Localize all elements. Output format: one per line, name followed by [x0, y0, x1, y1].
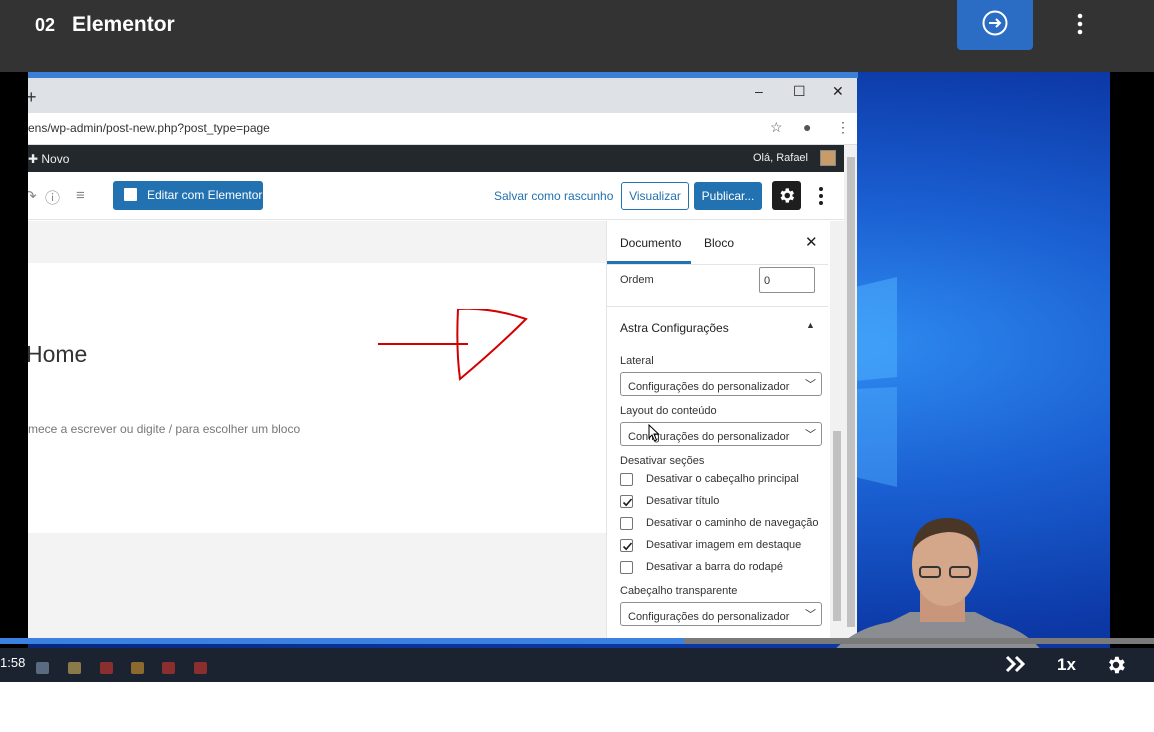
- vertical-dots-icon: [819, 187, 823, 205]
- transparent-header-select[interactable]: Configurações do personalizador ﹀: [620, 602, 822, 626]
- skip-forward-icon[interactable]: [1004, 654, 1028, 674]
- lateral-select[interactable]: Configurações do personalizador ﹀: [620, 372, 822, 396]
- windows-logo-icon: [855, 277, 897, 487]
- close-icon[interactable]: ✕: [805, 233, 818, 251]
- info-icon[interactable]: ⓘ: [45, 187, 60, 208]
- edit-with-elementor-button[interactable]: Editar com Elementor: [113, 181, 263, 210]
- checkbox[interactable]: [620, 495, 633, 508]
- windows-start-icon: [36, 662, 49, 674]
- tab-bloco[interactable]: Bloco: [704, 236, 734, 250]
- elementor-icon: [124, 188, 137, 201]
- gear-icon: [780, 188, 795, 203]
- order-label: Ordem: [620, 274, 654, 286]
- transparent-header-value: Configurações do personalizador: [628, 611, 790, 623]
- red-arrow-annotation: [378, 309, 528, 381]
- tab-documento[interactable]: Documento: [620, 236, 681, 250]
- playback-speed-button[interactable]: 1x: [1057, 655, 1076, 675]
- tab-strip: + – ☐ ✕: [28, 78, 857, 113]
- wp-greeting[interactable]: Olá, Rafael: [753, 152, 808, 164]
- more-options-button[interactable]: [1068, 12, 1092, 38]
- star-icon[interactable]: ☆: [770, 119, 783, 136]
- close-window-button[interactable]: ✕: [832, 83, 844, 100]
- edit-with-elementor-label: Editar com Elementor: [147, 188, 263, 202]
- url-text[interactable]: ens/wp-admin/post-new.php?post_type=page: [28, 121, 270, 135]
- next-lesson-button[interactable]: [957, 0, 1033, 50]
- wp-new-label: Novo: [41, 152, 70, 166]
- chevron-down-icon: ﹀: [805, 426, 816, 442]
- canvas-margin: [28, 221, 606, 263]
- folder-icon: [68, 662, 81, 674]
- divider: [607, 306, 828, 307]
- editor-toolbar: ↷ ⓘ ≡ Editar com Elementor Salvar como r…: [28, 172, 844, 220]
- video-time: 1:58: [0, 655, 26, 670]
- editor-options-button[interactable]: [816, 184, 826, 208]
- redo-icon[interactable]: ↷: [28, 187, 37, 205]
- checkbox[interactable]: [620, 473, 633, 486]
- wp-admin-bar: ✚ Novo Olá, Rafael: [28, 145, 844, 172]
- minimize-button[interactable]: –: [755, 83, 763, 99]
- avatar[interactable]: [820, 150, 836, 166]
- browser-window: + – ☐ ✕ ens/wp-admin/post-new.php?post_t…: [28, 78, 857, 638]
- sidebar-tabs: Documento Bloco ✕: [607, 221, 828, 265]
- check-icon: [622, 542, 633, 551]
- checkbox[interactable]: [620, 517, 633, 530]
- chevron-down-icon: ﹀: [805, 376, 816, 392]
- wp-new-menu[interactable]: ✚ Novo: [28, 152, 69, 166]
- canvas-margin-bottom: [28, 533, 606, 638]
- checkbox-label: Desativar imagem em destaque: [646, 539, 802, 551]
- lateral-label: Lateral: [620, 355, 654, 367]
- new-tab-button[interactable]: +: [28, 87, 37, 108]
- disable-sections-label: Desativar seções: [620, 455, 705, 467]
- check-icon: [622, 498, 633, 507]
- address-bar[interactable]: ens/wp-admin/post-new.php?post_type=page…: [28, 113, 857, 145]
- active-tab-indicator: [607, 261, 691, 264]
- browser-menu-icon[interactable]: ⋮: [836, 119, 850, 136]
- maximize-button[interactable]: ☐: [793, 83, 806, 100]
- checkbox-label: Desativar o cabeçalho principal: [646, 473, 799, 485]
- gear-icon[interactable]: [1105, 654, 1127, 676]
- vertical-dots-icon: [1077, 13, 1083, 35]
- caret-up-icon[interactable]: ▲: [806, 320, 815, 330]
- lateral-value: Configurações do personalizador: [628, 381, 790, 393]
- order-input[interactable]: 0: [759, 267, 815, 293]
- video-frame[interactable]: + – ☐ ✕ ens/wp-admin/post-new.php?post_t…: [0, 72, 1154, 682]
- app-icon: [194, 662, 207, 674]
- app-icon: [162, 662, 175, 674]
- lesson-number: 02: [35, 15, 56, 35]
- preview-button[interactable]: Visualizar: [621, 182, 689, 210]
- chrome-icon: [131, 662, 144, 674]
- checkbox[interactable]: [620, 539, 633, 552]
- settings-toggle-button[interactable]: [772, 181, 801, 210]
- checkbox-label: Desativar a barra do rodapé: [646, 561, 783, 573]
- checkbox-label: Desativar título: [646, 495, 720, 507]
- arrow-right-circle-icon: [982, 10, 1008, 36]
- document-sidebar: Documento Bloco ✕ Ordem 0 Astra Configur…: [606, 221, 828, 638]
- block-placeholder[interactable]: mece a escrever ou digite / para escolhe…: [28, 422, 300, 436]
- publish-button[interactable]: Publicar...: [694, 182, 762, 210]
- editor-canvas[interactable]: Home mece a escrever ou digite / para es…: [28, 263, 606, 533]
- checkbox-label: Desativar o caminho de navegação: [646, 517, 819, 529]
- save-draft-link[interactable]: Salvar como rascunho: [494, 189, 613, 203]
- mouse-cursor-icon: [648, 424, 660, 442]
- layout-label: Layout do conteúdo: [620, 405, 717, 417]
- astra-settings-title[interactable]: Astra Configurações: [620, 321, 729, 335]
- app-icon: [100, 662, 113, 674]
- page-title[interactable]: Home: [28, 341, 87, 368]
- outline-icon[interactable]: ≡: [76, 187, 85, 204]
- checkbox[interactable]: [620, 561, 633, 574]
- profile-icon[interactable]: ●: [803, 119, 811, 135]
- lesson-header: 02 Elementor: [0, 0, 1154, 72]
- lesson-player-page: 02 Elementor + – ☐ ✕ ens/wp-admin/post-n…: [0, 0, 1154, 732]
- lesson-title: Elementor: [72, 13, 175, 36]
- transparent-header-label: Cabeçalho transparente: [620, 585, 738, 597]
- video-progress-fill: [0, 638, 684, 644]
